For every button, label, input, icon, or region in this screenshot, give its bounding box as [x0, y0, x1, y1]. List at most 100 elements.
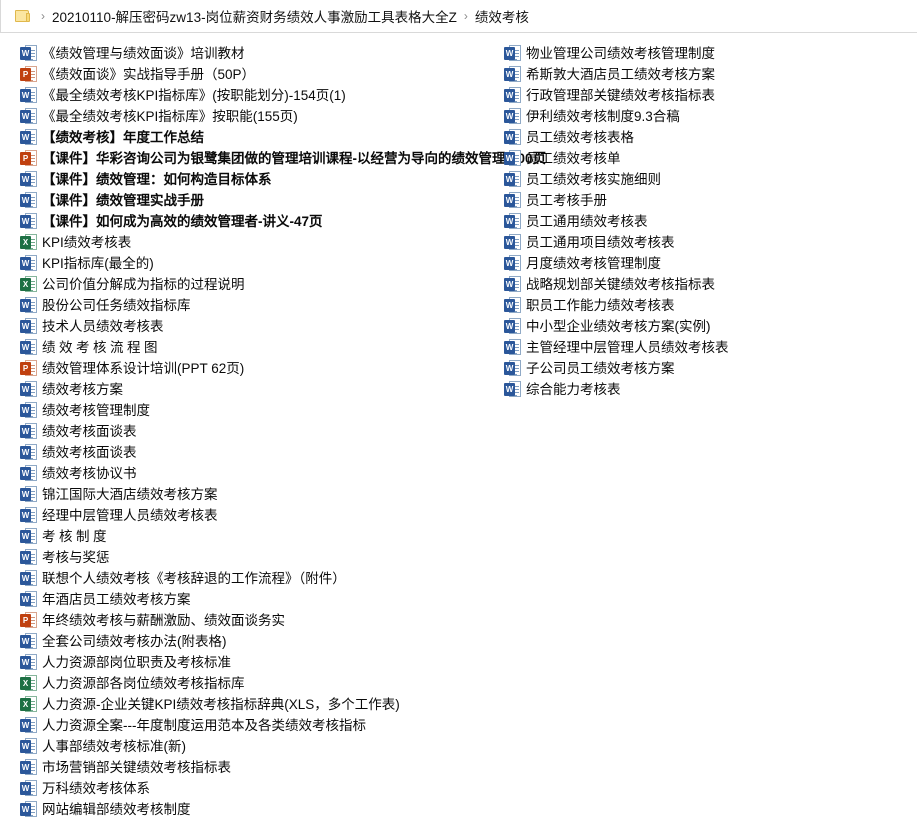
word-document-icon: W — [20, 528, 37, 545]
file-list-item[interactable]: W 网站编辑部绩效考核制度 — [20, 799, 490, 820]
file-list-item[interactable]: W 伊利绩效考核制度9.3合稿 — [504, 106, 904, 127]
file-list-item[interactable]: W 中小型企业绩效考核方案(实例) — [504, 316, 904, 337]
file-list-item[interactable]: X 人力资源-企业关键KPI绩效考核指标辞典(XLS，多个工作表) — [20, 694, 490, 715]
word-document-icon: W — [20, 444, 37, 461]
file-list-item[interactable]: W 行政管理部关键绩效考核指标表 — [504, 85, 904, 106]
word-document-icon: W — [504, 234, 521, 251]
word-document-icon: W — [504, 276, 521, 293]
file-list-item[interactable]: W 【绩效考核】年度工作总结 — [20, 127, 490, 148]
file-list-item[interactable]: W 绩效考核流程图 — [20, 337, 490, 358]
file-name-label: 人事部绩效考核标准(新) — [42, 739, 186, 754]
file-list-item[interactable]: X 人力资源部各岗位绩效考核指标库 — [20, 673, 490, 694]
file-list-item[interactable]: W 《绩效管理与绩效面谈》培训教材 — [20, 43, 490, 64]
file-name-label: 员工绩效考核表格 — [526, 130, 634, 145]
word-document-icon: W — [504, 297, 521, 314]
file-name-label: 物业管理公司绩效考核管理制度 — [526, 46, 715, 61]
file-name-label: 市场营销部关键绩效考核指标表 — [42, 760, 231, 775]
file-list-item[interactable]: W 绩效考核方案 — [20, 379, 490, 400]
file-list-item[interactable]: W 绩效考核面谈表 — [20, 421, 490, 442]
file-list-item[interactable]: W 战略规划部关键绩效考核指标表 — [504, 274, 904, 295]
file-list-item[interactable]: W 职员工作能力绩效考核表 — [504, 295, 904, 316]
file-name-label: 绩效考核面谈表 — [42, 424, 137, 439]
file-list-item[interactable]: W 员工通用项目绩效考核表 — [504, 232, 904, 253]
file-list-item[interactable]: W 人事部绩效考核标准(新) — [20, 736, 490, 757]
breadcrumb-item-1[interactable]: 绩效考核 — [475, 6, 529, 26]
file-list-item[interactable]: P 【课件】华彩咨询公司为银鹭集团做的管理培训课程-以经营为导向的绩效管理-100… — [20, 148, 546, 169]
file-list-item[interactable]: W 物业管理公司绩效考核管理制度 — [504, 43, 904, 64]
file-list-item[interactable]: W 绩效考核面谈表 — [20, 442, 490, 463]
file-list-item[interactable]: W 员工考核手册 — [504, 190, 904, 211]
word-document-icon: W — [20, 486, 37, 503]
file-list-item[interactable]: W 【课件】如何成为高效的绩效管理者-讲义-47页 — [20, 211, 490, 232]
file-list-item[interactable]: W 万科绩效考核体系 — [20, 778, 490, 799]
word-document-icon: W — [20, 213, 37, 230]
file-list-item[interactable]: W 员工绩效考核表格 — [504, 127, 904, 148]
file-name-label: 年酒店员工绩效考核方案 — [42, 592, 191, 607]
file-list-item[interactable]: W 《最全绩效考核KPI指标库》(按职能划分)-154页(1) — [20, 85, 490, 106]
file-list-item[interactable]: W 考核与奖惩 — [20, 547, 490, 568]
breadcrumb[interactable]: › 20210110-解压密码zw13-岗位薪资财务绩效人事激励工具表格大全Z … — [0, 0, 917, 33]
file-list-item[interactable]: X 公司价值分解成为指标的过程说明 — [20, 274, 490, 295]
file-name-label: 月度绩效考核管理制度 — [526, 256, 661, 271]
file-list-item[interactable]: W 考核制度 — [20, 526, 490, 547]
word-document-icon: W — [20, 381, 37, 398]
word-document-icon: W — [20, 759, 37, 776]
excel-document-icon: X — [20, 675, 37, 692]
file-name-label: 考核制度 — [42, 529, 110, 544]
file-name-label: 战略规划部关键绩效考核指标表 — [526, 277, 715, 292]
file-list-item[interactable]: W 员工通用绩效考核表 — [504, 211, 904, 232]
file-list-item[interactable]: W 年酒店员工绩效考核方案 — [20, 589, 490, 610]
word-document-icon: W — [20, 255, 37, 272]
file-name-label: 《最全绩效考核KPI指标库》(按职能划分)-154页(1) — [42, 88, 346, 103]
file-list-item[interactable]: W 技术人员绩效考核表 — [20, 316, 490, 337]
file-name-label: KPI指标库(最全的) — [42, 256, 154, 271]
file-list-item[interactable]: W 【课件】绩效管理实战手册 — [20, 190, 490, 211]
file-list-item[interactable]: W 绩效考核管理制度 — [20, 400, 490, 421]
excel-document-icon: X — [20, 276, 37, 293]
file-list-item[interactable]: W 主管经理中层管理人员绩效考核表 — [504, 337, 904, 358]
file-list-item[interactable]: W 联想个人绩效考核《考核辞退的工作流程》（附件） — [20, 568, 490, 589]
breadcrumb-item-0[interactable]: 20210110-解压密码zw13-岗位薪资财务绩效人事激励工具表格大全Z — [52, 6, 457, 26]
file-name-label: 绩效管理体系设计培训(PPT 62页) — [42, 361, 245, 376]
file-name-label: 员工通用项目绩效考核表 — [526, 235, 675, 250]
file-list-item[interactable]: W 锦江国际大酒店绩效考核方案 — [20, 484, 490, 505]
file-list-item[interactable]: W 希斯敦大酒店员工绩效考核方案 — [504, 64, 904, 85]
word-document-icon: W — [20, 570, 37, 587]
word-document-icon: W — [20, 402, 37, 419]
file-list-item[interactable]: W 综合能力考核表 — [504, 379, 904, 400]
file-list-item[interactable]: W 员工绩效考核实施细则 — [504, 169, 904, 190]
file-list-item[interactable]: W 股份公司任务绩效指标库 — [20, 295, 490, 316]
file-name-label: 人力资源全案---年度制度运用范本及各类绩效考核指标 — [42, 718, 366, 733]
file-name-label: 希斯敦大酒店员工绩效考核方案 — [526, 67, 715, 82]
file-list-item[interactable]: W 全套公司绩效考核办法(附表格) — [20, 631, 490, 652]
file-list-item[interactable]: W 人力资源部岗位职责及考核标准 — [20, 652, 490, 673]
file-list-item[interactable]: W 月度绩效考核管理制度 — [504, 253, 904, 274]
file-name-label: 锦江国际大酒店绩效考核方案 — [42, 487, 218, 502]
file-list-item[interactable]: P 绩效管理体系设计培训(PPT 62页) — [20, 358, 490, 379]
breadcrumb-separator-1: › — [41, 9, 45, 23]
file-name-label: 主管经理中层管理人员绩效考核表 — [526, 340, 729, 355]
file-name-label: 【课件】华彩咨询公司为银鹭集团做的管理培训课程-以经营为导向的绩效管理-100页 — [42, 151, 547, 166]
word-document-icon: W — [504, 150, 521, 167]
word-document-icon: W — [20, 780, 37, 797]
word-document-icon: W — [504, 255, 521, 272]
word-document-icon: W — [504, 339, 521, 356]
file-list-item[interactable]: W KPI指标库(最全的) — [20, 253, 490, 274]
word-document-icon: W — [20, 633, 37, 650]
file-list-item[interactable]: X KPI绩效考核表 — [20, 232, 490, 253]
excel-document-icon: X — [20, 234, 37, 251]
file-list-item[interactable]: W 【课件】绩效管理：如何构造目标体系 — [20, 169, 490, 190]
file-list-item[interactable]: W 经理中层管理人员绩效考核表 — [20, 505, 490, 526]
file-list-item[interactable]: W 绩效考核协议书 — [20, 463, 490, 484]
file-list-item[interactable]: W 《最全绩效考核KPI指标库》按职能(155页) — [20, 106, 490, 127]
file-name-label: 【课件】绩效管理实战手册 — [42, 193, 204, 208]
file-list-item[interactable]: W 人力资源全案---年度制度运用范本及各类绩效考核指标 — [20, 715, 490, 736]
file-list-item[interactable]: P 年终绩效考核与薪酬激励、绩效面谈务实 — [20, 610, 490, 631]
file-name-label: 【课件】绩效管理：如何构造目标体系 — [42, 172, 272, 187]
file-name-label: 人力资源-企业关键KPI绩效考核指标辞典(XLS，多个工作表) — [42, 697, 400, 712]
file-list-item[interactable]: W 员工绩效考核单 — [504, 148, 904, 169]
file-list-item[interactable]: W 市场营销部关键绩效考核指标表 — [20, 757, 490, 778]
file-list-item[interactable]: W 子公司员工绩效考核方案 — [504, 358, 904, 379]
file-list-item[interactable]: P 《绩效面谈》实战指导手册（50P） — [20, 64, 490, 85]
word-document-icon: W — [20, 108, 37, 125]
